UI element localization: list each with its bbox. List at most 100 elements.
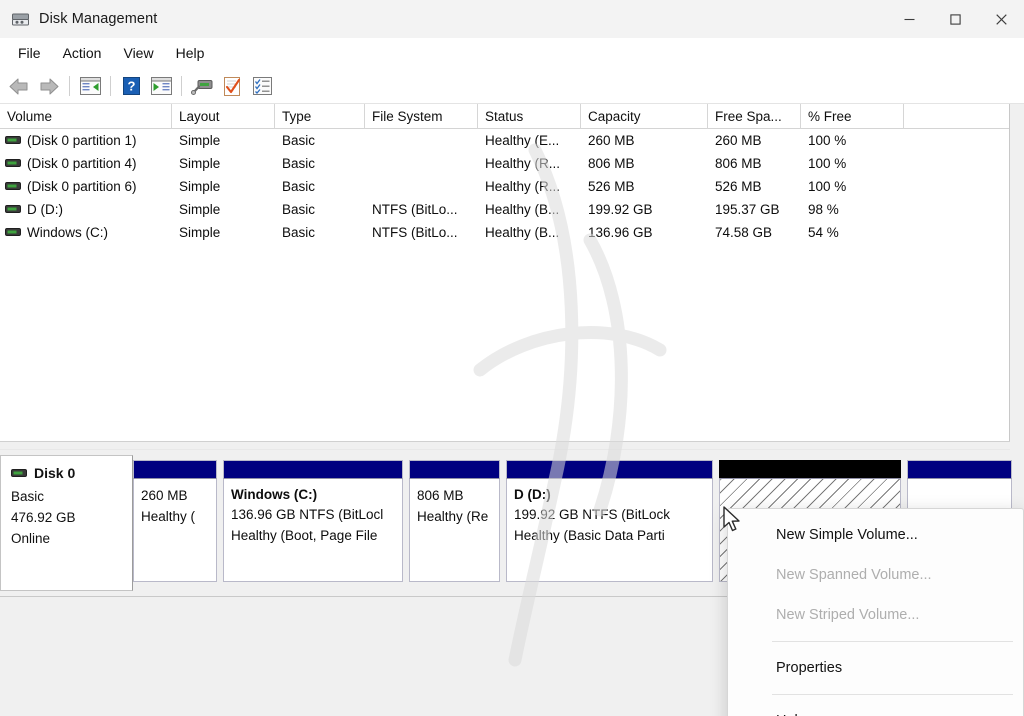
volume-label: Windows (C:) [27, 225, 109, 240]
cell-type: Basic [282, 202, 316, 217]
minimize-button[interactable] [886, 0, 932, 38]
partition-details: D (D:) 199.92 GB NTFS (BitLock Healthy (Ba… [506, 478, 713, 582]
menu-separator [772, 694, 1013, 695]
cell-layout: Simple [179, 133, 221, 148]
cell-status: Healthy (B... [485, 225, 560, 240]
partition-color-bar [409, 460, 500, 478]
back-arrow-icon[interactable] [5, 73, 33, 99]
cell-file-system [365, 175, 478, 198]
partition-details: Windows (C:) 136.96 GB NTFS (BitLocl Healt… [223, 478, 403, 582]
partition-name: D (D:) [514, 487, 551, 502]
partition-details: 806 MB Healthy (Re [409, 478, 500, 582]
table-row[interactable]: (Disk 0 partition 1) Simple Basic Healthy (… [0, 129, 1009, 152]
show-hide-console-tree-icon[interactable] [76, 73, 104, 99]
column-header-blank[interactable] [904, 104, 1009, 129]
disk-info-panel[interactable]: Disk 0 Basic 476.92 GB Online [0, 455, 133, 591]
disk-title: Disk 0 [11, 465, 132, 481]
volume-label: (Disk 0 partition 6) [27, 179, 137, 194]
toolbar-separator [69, 76, 70, 96]
cell-file-system: NTFS (BitLo... [372, 202, 458, 217]
cell-volume: (Disk 0 partition 6) [0, 175, 172, 198]
rescan-disks-icon[interactable] [188, 73, 216, 99]
cell-layout: Simple [179, 179, 221, 194]
cell-percent-free: 100 % [808, 179, 847, 194]
disk-size: 476.92 GB [11, 510, 76, 525]
partition-color-bar [506, 460, 713, 478]
partition-status-line: Healthy (Re [417, 509, 489, 524]
cell-volume: (Disk 0 partition 4) [0, 152, 172, 175]
volume-list-scroll-area[interactable] [1010, 104, 1024, 441]
maximize-button[interactable] [932, 0, 978, 38]
cell-capacity: 136.96 GB [588, 225, 653, 240]
cell-free-space: 806 MB [715, 156, 762, 171]
menu-file[interactable]: File [7, 42, 52, 64]
volume-list-header: Volume Layout Type File System Status Capacit… [0, 104, 1009, 129]
column-header-type[interactable]: Type [275, 104, 365, 129]
volume-icon [5, 136, 21, 144]
cell-blank [904, 198, 1009, 221]
title-bar: Disk Management [0, 0, 1024, 38]
cell-layout: Simple [179, 202, 221, 217]
menu-item-help[interactable]: Help [728, 701, 1023, 716]
properties-icon[interactable] [218, 73, 246, 99]
menu-item-new-striped-volume: New Striped Volume... [776, 607, 920, 623]
menu-view[interactable]: View [112, 42, 164, 64]
pane-splitter[interactable] [0, 441, 1024, 451]
column-header-status[interactable]: Status [478, 104, 581, 129]
partition-status-line: Healthy ( [141, 509, 196, 524]
partition-name: Windows (C:) [231, 487, 318, 502]
menu-item-new-simple-volume[interactable]: New Simple Volume... [728, 515, 1023, 555]
forward-arrow-icon[interactable] [35, 73, 63, 99]
table-row[interactable]: (Disk 0 partition 4) Simple Basic Healthy (… [0, 152, 1009, 175]
cell-capacity: 260 MB [588, 133, 635, 148]
partition-color-bar [223, 460, 403, 478]
cell-type: Basic [282, 156, 316, 171]
cell-free-space: 74.58 GB [715, 225, 773, 240]
cell-capacity: 526 MB [588, 179, 635, 194]
partition-size-line: 136.96 GB NTFS (BitLocl [231, 507, 384, 522]
partition-block[interactable]: 806 MB Healthy (Re [409, 460, 500, 582]
cell-status: Healthy (B... [485, 202, 560, 217]
help-icon[interactable]: ? [117, 73, 145, 99]
table-row[interactable]: Windows (C:) Simple Basic NTFS (BitLo... Hea… [0, 221, 1009, 244]
partition-size-line: 806 MB [417, 488, 464, 503]
menu-help[interactable]: Help [165, 42, 216, 64]
toolbar: ? [0, 68, 1024, 104]
menu-separator [772, 641, 1013, 642]
partition-block[interactable]: D (D:) 199.92 GB NTFS (BitLock Healthy (Ba… [506, 460, 713, 582]
column-header-capacity[interactable]: Capacity [581, 104, 708, 129]
column-header-volume[interactable]: Volume [0, 104, 172, 129]
disk-drive-icon [11, 468, 27, 477]
column-header-free-spa[interactable]: Free Spa... [708, 104, 801, 129]
partition-block[interactable]: Windows (C:) 136.96 GB NTFS (BitLocl Healt… [223, 460, 403, 582]
toolbar-separator [181, 76, 182, 96]
column-header-free[interactable]: % Free [801, 104, 904, 129]
table-row[interactable]: D (D:) Simple Basic NTFS (BitLo... Healthy (… [0, 198, 1009, 221]
show-hide-action-pane-icon[interactable] [147, 73, 175, 99]
volume-label: D (D:) [27, 202, 63, 217]
menu-item-properties[interactable]: Properties [728, 648, 1023, 688]
partition-status-line: Healthy (Basic Data Parti [514, 528, 665, 543]
partition-block[interactable]: 260 MB Healthy ( [133, 460, 217, 582]
column-header-file-system[interactable]: File System [365, 104, 478, 129]
cell-status: Healthy (R... [485, 179, 561, 194]
svg-text:?: ? [127, 79, 135, 94]
cell-volume: (Disk 0 partition 1) [0, 129, 172, 152]
close-button[interactable] [978, 0, 1024, 38]
cell-blank [904, 152, 1009, 175]
menu-action[interactable]: Action [52, 42, 113, 64]
cell-layout: Simple [179, 156, 221, 171]
cell-blank [904, 129, 1009, 152]
context-menu: New Simple Volume... New Spanned Volume..… [727, 508, 1024, 716]
window-title: Disk Management [39, 11, 158, 27]
volume-label: (Disk 0 partition 4) [27, 156, 137, 171]
cell-type: Basic [282, 179, 316, 194]
column-header-layout[interactable]: Layout [172, 104, 275, 129]
partition-details: 260 MB Healthy ( [133, 478, 217, 582]
list-view-icon[interactable] [248, 73, 276, 99]
table-row[interactable]: (Disk 0 partition 6) Simple Basic Healthy (… [0, 175, 1009, 198]
cell-volume: Windows (C:) [0, 221, 172, 244]
cell-volume: D (D:) [0, 198, 172, 221]
cell-blank [904, 175, 1009, 198]
cell-percent-free: 54 % [808, 225, 839, 240]
